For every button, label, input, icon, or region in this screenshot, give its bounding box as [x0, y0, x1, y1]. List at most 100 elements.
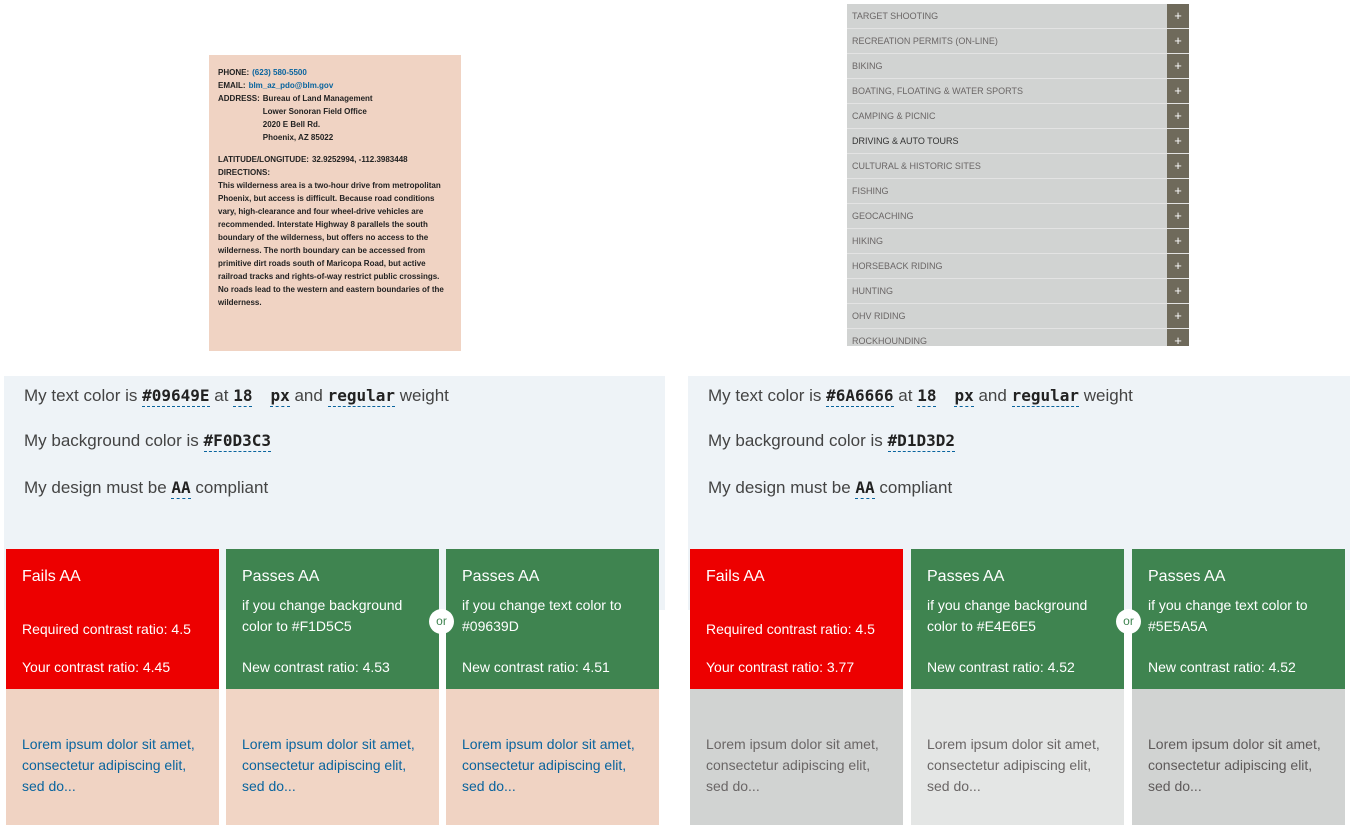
result-header: Passes AA if you change text color to #5…	[1132, 549, 1345, 709]
spec-text: weight	[1083, 386, 1133, 405]
new-ratio: New contrast ratio: 4.51	[462, 659, 610, 675]
expand-plus-icon[interactable]: +	[1167, 229, 1189, 253]
address-line: Bureau of Land Management	[262, 94, 373, 103]
expand-plus-icon[interactable]: +	[1167, 54, 1189, 78]
weight-select[interactable]: regular	[1011, 386, 1079, 407]
unit-select[interactable]: px	[270, 386, 290, 407]
or-badge: or	[1116, 609, 1141, 634]
activity-label[interactable]: OHV RIDING	[847, 304, 1167, 328]
result-title: Fails AA	[22, 568, 81, 585]
activity-item[interactable]: DRIVING & AUTO TOURS +	[847, 129, 1189, 154]
required-ratio: Required contrast ratio: 4.5	[706, 621, 875, 637]
activity-item[interactable]: CULTURAL & HISTORIC SITES +	[847, 154, 1189, 179]
background-color-spec: My background color is #F0D3C3	[24, 431, 271, 452]
result-title: Passes AA	[242, 568, 320, 585]
activity-item[interactable]: BIKING +	[847, 54, 1189, 79]
expand-plus-icon[interactable]: +	[1167, 129, 1189, 153]
activity-item[interactable]: HUNTING +	[847, 279, 1189, 304]
address-line: Phoenix, AZ 85022	[262, 133, 334, 142]
result-title: Fails AA	[706, 568, 765, 585]
expand-plus-icon[interactable]: +	[1167, 204, 1189, 228]
spec-text: My text color is	[24, 386, 138, 405]
expand-plus-icon[interactable]: +	[1167, 104, 1189, 128]
expand-plus-icon[interactable]: +	[1167, 79, 1189, 103]
activity-item[interactable]: ROCKHOUNDING +	[847, 329, 1189, 346]
spec-text: and	[978, 386, 1007, 405]
activity-item[interactable]: GEOCACHING +	[847, 204, 1189, 229]
activity-label[interactable]: CAMPING & PICNIC	[847, 104, 1167, 128]
activity-label[interactable]: BIKING	[847, 54, 1167, 78]
email-row: EMAIL: blm_az_pdo@blm.gov	[218, 79, 452, 92]
sample-text: Lorem ipsum dolor sit amet, consectetur …	[6, 689, 219, 825]
email-label: EMAIL:	[218, 81, 246, 90]
font-size-input[interactable]: 18	[917, 386, 937, 407]
address-lines: Bureau of Land Management Lower Sonoran …	[263, 92, 373, 144]
activity-label[interactable]: HORSEBACK RIDING	[847, 254, 1167, 278]
activity-label[interactable]: ROCKHOUNDING	[847, 329, 1167, 346]
expand-plus-icon[interactable]: +	[1167, 279, 1189, 303]
spec-text: at	[898, 386, 913, 405]
expand-plus-icon[interactable]: +	[1167, 154, 1189, 178]
required-ratio: Required contrast ratio: 4.5	[22, 621, 191, 637]
background-color-input[interactable]: #D1D3D2	[887, 431, 955, 452]
sample-text: Lorem ipsum dolor sit amet, consectetur …	[1132, 689, 1345, 825]
activity-item[interactable]: RECREATION PERMITS (ON-LINE) +	[847, 29, 1189, 54]
weight-select[interactable]: regular	[327, 386, 395, 407]
text-color-spec: My text color is #09649E at 18 px and reg…	[24, 386, 449, 407]
expand-plus-icon[interactable]: +	[1167, 4, 1189, 28]
phone-label: PHONE:	[218, 68, 250, 77]
expand-plus-icon[interactable]: +	[1167, 329, 1189, 346]
activity-label[interactable]: GEOCACHING	[847, 204, 1167, 228]
activity-item[interactable]: OHV RIDING +	[847, 304, 1189, 329]
activity-label[interactable]: FISHING	[847, 179, 1167, 203]
activity-item[interactable]: TARGET SHOOTING +	[847, 4, 1189, 29]
text-color-spec: My text color is #6A6666 at 18 px and reg…	[708, 386, 1133, 407]
activity-label[interactable]: HIKING	[847, 229, 1167, 253]
activity-item[interactable]: BOATING, FLOATING & WATER SPORTS +	[847, 79, 1189, 104]
result-title: Passes AA	[927, 568, 1005, 585]
activity-label[interactable]: HUNTING	[847, 279, 1167, 303]
activity-item[interactable]: HORSEBACK RIDING +	[847, 254, 1189, 279]
text-color-input[interactable]: #09649E	[142, 386, 210, 407]
expand-plus-icon[interactable]: +	[1167, 254, 1189, 278]
unit-select[interactable]: px	[954, 386, 974, 407]
activity-label[interactable]: DRIVING & AUTO TOURS	[847, 129, 1167, 153]
spec-text: compliant	[879, 478, 953, 497]
result-card-fail: Fails AA Required contrast ratio: 4.5 Yo…	[6, 549, 219, 825]
font-size-input[interactable]: 18	[233, 386, 253, 407]
latlong-value: 32.9252994, -112.3983448	[311, 155, 408, 164]
sample-text: Lorem ipsum dolor sit amet, consectetur …	[446, 689, 659, 825]
activity-label[interactable]: TARGET SHOOTING	[847, 4, 1167, 28]
result-card-pass-text: Passes AA if you change text color to #5…	[1132, 549, 1345, 825]
sample-text: Lorem ipsum dolor sit amet, consectetur …	[911, 689, 1124, 825]
activity-item[interactable]: CAMPING & PICNIC +	[847, 104, 1189, 129]
activity-item[interactable]: HIKING +	[847, 229, 1189, 254]
sample-text: Lorem ipsum dolor sit amet, consectetur …	[226, 689, 439, 825]
phone-link[interactable]: (623) 580-5500	[252, 66, 307, 79]
activity-label[interactable]: BOATING, FLOATING & WATER SPORTS	[847, 79, 1167, 103]
spec-text: My background color is	[708, 431, 883, 450]
latlong-row: LATITUDE/LONGITUDE: 32.9252994, -112.398…	[218, 153, 452, 166]
background-color-input[interactable]: #F0D3C3	[203, 431, 271, 452]
text-color-input[interactable]: #6A6666	[826, 386, 894, 407]
activity-label[interactable]: CULTURAL & HISTORIC SITES	[847, 154, 1167, 178]
address-line: 2020 E Bell Rd.	[262, 120, 321, 129]
your-ratio: Your contrast ratio: 4.45	[22, 659, 171, 675]
expand-plus-icon[interactable]: +	[1167, 29, 1189, 53]
level-select[interactable]: AA	[171, 478, 191, 499]
result-header: Passes AA if you change text color to #0…	[446, 549, 659, 709]
level-select[interactable]: AA	[855, 478, 875, 499]
compliance-spec: My design must be AA compliant	[708, 478, 953, 499]
activity-item[interactable]: FISHING +	[847, 179, 1189, 204]
expand-plus-icon[interactable]: +	[1167, 179, 1189, 203]
activity-label[interactable]: RECREATION PERMITS (ON-LINE)	[847, 29, 1167, 53]
phone-row: PHONE: (623) 580-5500	[218, 66, 452, 79]
directions-text: This wilderness area is a two-hour drive…	[218, 181, 444, 307]
result-title: Passes AA	[462, 568, 540, 585]
expand-plus-icon[interactable]: +	[1167, 304, 1189, 328]
suggestion-text: if you change background color to #F1D5C…	[242, 597, 403, 634]
new-ratio: New contrast ratio: 4.52	[927, 659, 1075, 675]
background-color-spec: My background color is #D1D3D2	[708, 431, 955, 452]
compliance-spec: My design must be AA compliant	[24, 478, 268, 499]
email-link[interactable]: blm_az_pdo@blm.gov	[249, 79, 334, 92]
